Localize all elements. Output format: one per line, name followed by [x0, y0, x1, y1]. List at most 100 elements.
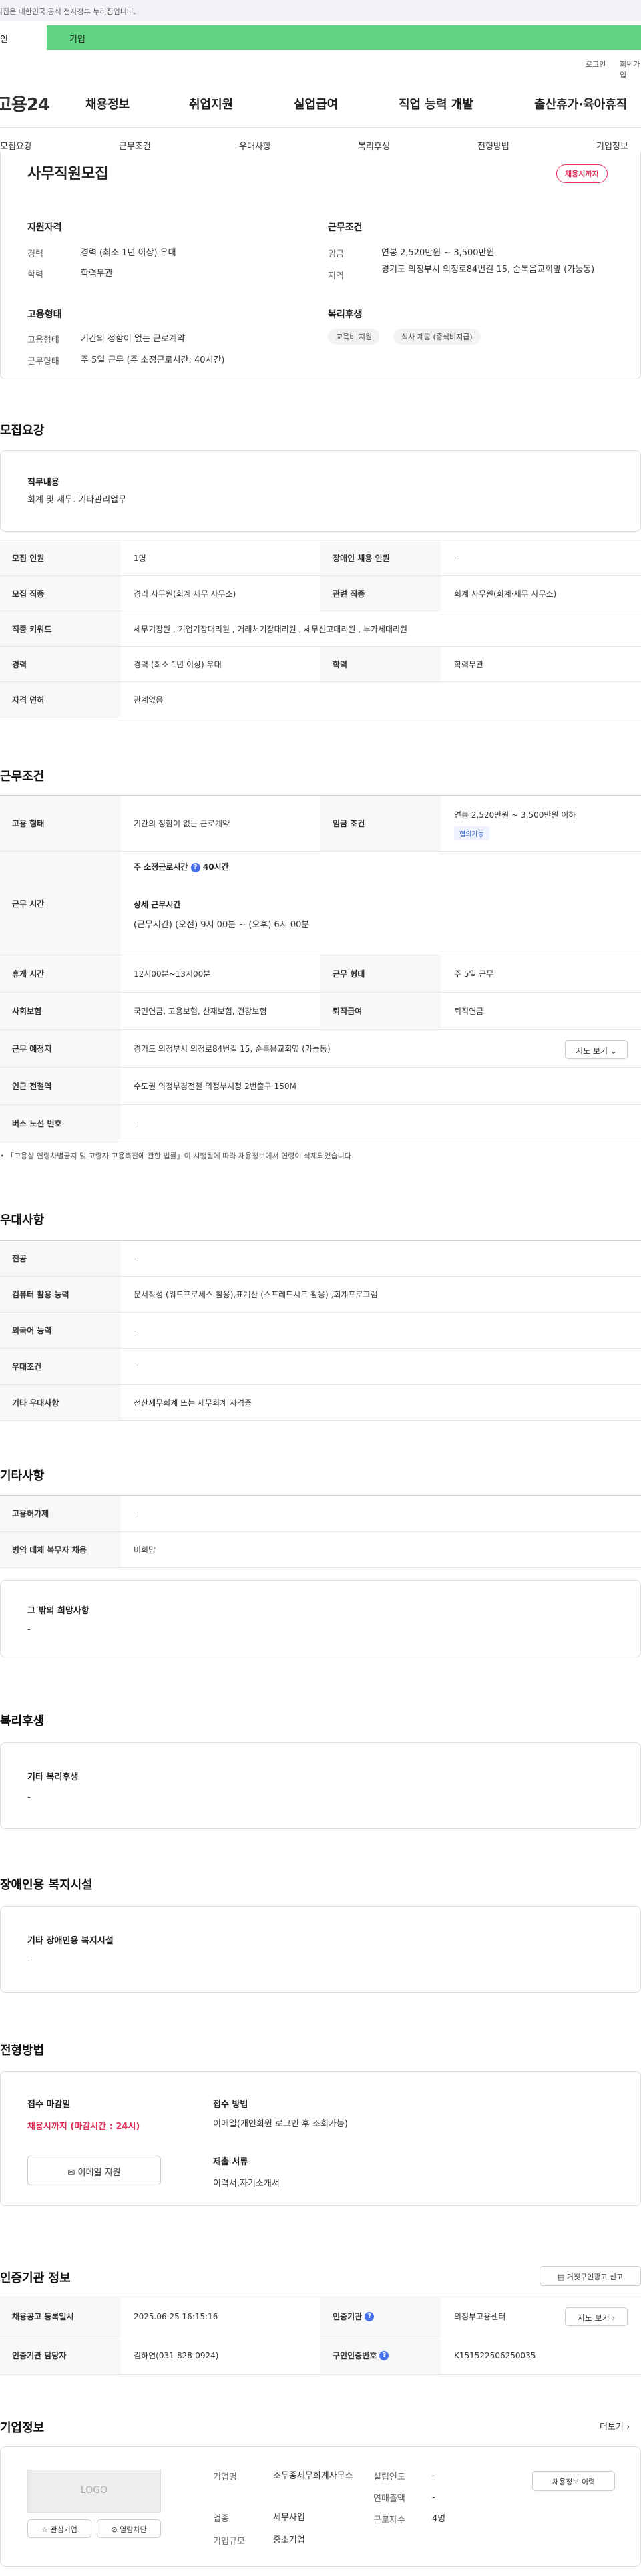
station-label: 인근 전철역 — [0, 1068, 120, 1104]
subnav-welfare[interactable]: 복리후생 — [358, 139, 390, 152]
pref-etc-label: 기타 우대사항 — [0, 1385, 120, 1420]
bus-value: - — [134, 1118, 137, 1128]
company-name-label: 기업명 — [213, 2472, 237, 2482]
table-row: 고용허가제 - — [0, 1496, 641, 1532]
welfare-card: 기타 복리후생 - — [0, 1742, 641, 1829]
welfare-pill: 교육비 지원 — [328, 329, 381, 345]
star-icon: ☆ — [41, 2525, 48, 2534]
keyword-label: 직종 키워드 — [0, 611, 120, 646]
welfare-pill: 식사 제공 (중식비지급) — [393, 329, 481, 345]
job-label: 모집 직종 — [0, 576, 120, 611]
insurance-value: 국민연금, 고용보험, 산재보험, 건강보험 — [134, 1007, 267, 1016]
subnav-selection[interactable]: 전형방법 — [477, 139, 509, 152]
table-row: 인증기관 담당자 김하연(031-828-0924) 구인인증번호 ? K151… — [0, 2336, 641, 2375]
docs-value: 이력서,자기소개서 — [213, 2179, 280, 2189]
disability-section-title: 장애인용 복지시설 — [0, 1878, 93, 1892]
welfare-etc-value: - — [27, 1792, 31, 1802]
industry-value: 세무사업 — [273, 2513, 305, 2523]
headcount-label: 모집 인원 — [0, 540, 120, 575]
favorite-company-button[interactable]: ☆ 관심기업 — [27, 2519, 91, 2538]
tab-corp[interactable]: 기업 — [47, 25, 641, 50]
worktype-value: 주 5일 근무 (주 소정근로시간: 40시간) — [81, 355, 225, 365]
map-view-button[interactable]: 지도 보기 ⌄ — [565, 1040, 628, 1059]
info-icon[interactable]: ? — [190, 862, 200, 872]
disability-heading: 기타 장애인용 복지시설 — [27, 1936, 114, 1946]
chevron-down-icon: ⌄ — [610, 1046, 617, 1056]
block-company-button[interactable]: ⊘ 열람차단 — [97, 2519, 161, 2538]
age-discrimination-notice: • 「고용상 연령차별금지 및 고령자 고용촉진에 관한 법률」이 시행됨에 따… — [0, 1152, 354, 1160]
insurance-label: 사회보험 — [0, 993, 120, 1029]
deadline-value: 채용시까지 (마감시간 : 24시) — [27, 2122, 140, 2132]
agency-section-title: 인증기관 정보 — [0, 2271, 71, 2285]
gnb-skill-development[interactable]: 직업 능력 개발 — [399, 95, 473, 112]
subnav-recruit[interactable]: 모집요강 — [0, 139, 32, 152]
false-ad-report-button[interactable]: ▤ 거짓구인광고 신고 — [540, 2266, 641, 2286]
place-value: 경기도 의정부시 의정로84번길 15, 순복음교회옆 (가능동) — [134, 1044, 331, 1054]
signup-link[interactable]: 회원가입 — [620, 59, 641, 80]
login-link[interactable]: 로그인 — [586, 59, 606, 69]
major-value: - — [134, 1253, 137, 1263]
deadline-heading: 접수 마감일 — [27, 2100, 71, 2110]
worktype-label: 근무형태 — [27, 357, 59, 367]
site-logo[interactable]: 고용24 — [0, 91, 50, 116]
subnav-preference[interactable]: 우대사항 — [239, 139, 271, 152]
permit-label: 고용허가제 — [0, 1496, 120, 1531]
edu-row-value: 학력무관 — [454, 659, 484, 669]
subnav-company[interactable]: 기업정보 — [596, 139, 628, 152]
reg-label: 채용공고 등록일시 — [0, 2297, 120, 2336]
hiring-history-button[interactable]: 채용정보 이력 — [532, 2471, 615, 2491]
disability-card: 기타 장애인용 복지시설 - — [0, 1906, 641, 1993]
info-icon[interactable]: ? — [379, 2350, 389, 2360]
user-type-tabs: 개인 기업 — [0, 25, 641, 50]
employees-label: 근로자수 — [373, 2515, 405, 2525]
region-label: 지역 — [328, 271, 344, 281]
major-label: 전공 — [0, 1241, 120, 1276]
edu-value: 학력무관 — [81, 269, 113, 279]
company-card: LOGO ☆ 관심기업 ⊘ 열람차단 기업명 조두종세무회계사무소 업종 세무사… — [0, 2446, 641, 2567]
org-label: 인증기관 ? — [320, 2297, 441, 2336]
mail-icon: ✉ — [67, 2168, 75, 2178]
tab-personal[interactable]: 개인 — [0, 25, 47, 50]
wage-label: 임금 — [328, 249, 344, 259]
cond-worktype-label: 근무 형태 — [320, 955, 441, 992]
deadline-badge: 채용시까지 — [556, 164, 608, 183]
cond-emptype-value: 기간의 정함이 없는 근로계약 — [134, 819, 230, 828]
table-row: 직종 키워드 세무기장원 , 기업기장대리원 , 거래처기장대리원 , 세무신고… — [0, 611, 641, 647]
agency-map-button[interactable]: 지도 보기 › — [565, 2307, 628, 2326]
cond-wage-label: 임금 조건 — [320, 796, 441, 851]
emp-heading: 고용형태 — [27, 309, 62, 320]
table-row: 버스 노선 번호 - — [0, 1105, 641, 1142]
gnb-parental-leave[interactable]: 출산휴가·육아휴직 — [534, 95, 627, 112]
job-value: 경리 사무원(회계·세무 사무소) — [134, 589, 236, 599]
rest-label: 휴게 시간 — [0, 955, 120, 992]
gnb-unemployment-benefit[interactable]: 실업급여 — [294, 95, 338, 112]
edu-label: 학력 — [27, 270, 43, 280]
table-row: 사회보험 국민연금, 고용보험, 산재보험, 건강보험 퇴직급여 퇴직연금 — [0, 993, 641, 1030]
duty-heading: 직무내용 — [27, 478, 59, 488]
gnb-job-info[interactable]: 채용정보 — [85, 95, 130, 112]
gnb-employment-support[interactable]: 취업지원 — [189, 95, 233, 112]
industry-label: 업종 — [213, 2514, 229, 2524]
permit-value: - — [134, 1508, 137, 1518]
founded-value: - — [432, 2471, 435, 2481]
table-row: 경력 경력 (최소 1년 이상) 우대 학력 학력무관 — [0, 647, 641, 682]
company-name-value: 조두종세무회계사무소 — [273, 2471, 353, 2481]
career-value: 경력 (최소 1년 이상) 우대 — [81, 248, 176, 258]
duty-card: 직무내용 회계 및 세무. 기타관리업무 — [0, 450, 641, 532]
extra-wish-card: 그 밖의 희망사항 - — [0, 1580, 641, 1657]
disability-value: - — [27, 1956, 31, 1966]
military-value: 비희망 — [134, 1545, 156, 1555]
hours-detail-title: 상세 근무시간 — [134, 900, 181, 909]
career-row-label: 경력 — [0, 647, 120, 681]
subnav-conditions[interactable]: 근무조건 — [119, 139, 151, 152]
lang-value: - — [134, 1325, 137, 1335]
welfare-section-title: 복리후생 — [0, 1714, 45, 1728]
cond-emptype-label: 고용 형태 — [0, 796, 120, 851]
company-more-link[interactable]: 더보기 › — [600, 2420, 630, 2432]
email-apply-button[interactable]: ✉ 이메일 지원 — [27, 2156, 161, 2185]
org-value: 의정부고용센터 — [454, 2312, 506, 2321]
region-value: 경기도 의정부시 의정로84번길 15, 순복음교회옆 (가능동) — [381, 265, 595, 275]
info-icon[interactable]: ? — [365, 2311, 375, 2321]
disabled-label: 장애인 채용 인원 — [320, 540, 441, 575]
career-row-value: 경력 (최소 1년 이상) 우대 — [134, 659, 222, 669]
